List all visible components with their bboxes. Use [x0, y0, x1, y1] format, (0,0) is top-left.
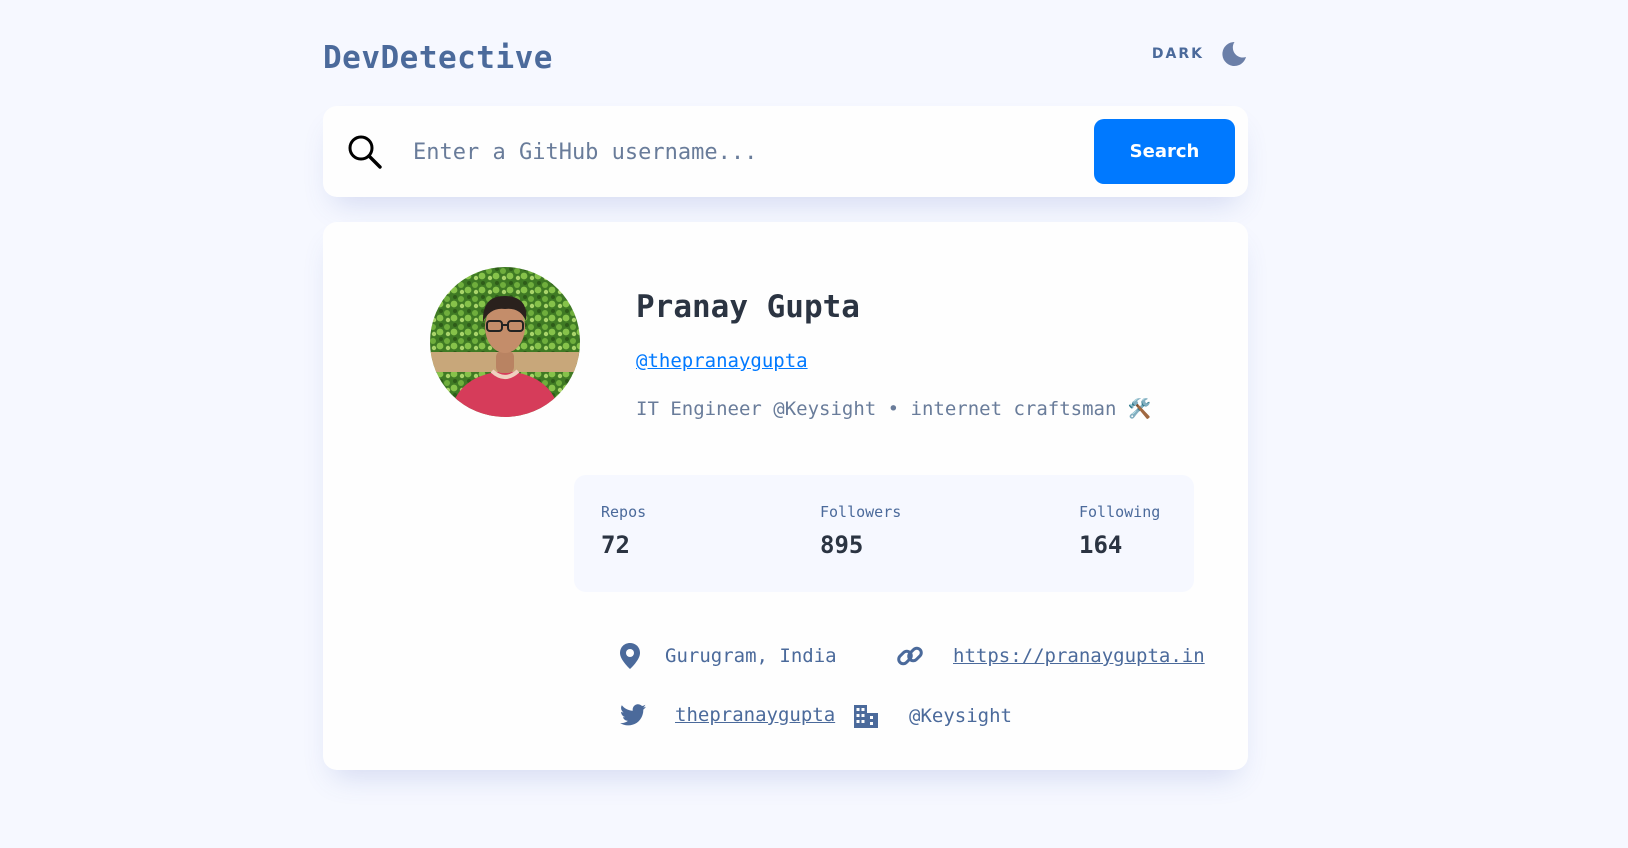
header: DevDetective DARK	[323, 0, 1248, 100]
stat-label: Following	[1079, 503, 1161, 521]
twitter-link[interactable]: thepranaygupta	[675, 704, 835, 726]
stat-repos: Repos 72	[601, 503, 646, 559]
search-icon	[348, 135, 382, 169]
search-input[interactable]	[413, 128, 1033, 176]
website-link[interactable]: https://pranaygupta.in	[953, 645, 1205, 667]
stat-label: Followers	[820, 503, 902, 521]
link-icon	[897, 646, 923, 666]
twitter-item: thepranaygupta	[620, 704, 835, 726]
profile-login-link[interactable]: @thepranaygupta	[636, 350, 808, 372]
theme-toggle-label: DARK	[1151, 46, 1204, 62]
company-item: @Keysight	[853, 704, 1012, 728]
profile-card: Pranay Gupta @thepranaygupta IT Engineer…	[323, 222, 1248, 770]
search-bar: Search	[323, 106, 1248, 197]
stat-following: Following 164	[1079, 503, 1160, 559]
twitter-icon	[620, 704, 646, 726]
stat-label: Repos	[601, 503, 647, 521]
stats-panel: Repos 72 Followers 895 Following 164	[574, 475, 1194, 592]
location-pin-icon	[620, 643, 640, 669]
company-text: @Keysight	[909, 705, 1012, 727]
location-item: Gurugram, India	[619, 642, 837, 670]
location-text: Gurugram, India	[665, 645, 837, 667]
theme-toggle[interactable]: DARK	[1152, 40, 1248, 68]
stat-followers: Followers 895	[820, 503, 901, 559]
search-button[interactable]: Search	[1094, 119, 1235, 184]
app-container: DevDetective DARK Search	[323, 0, 1248, 770]
app-logo: DevDetective	[323, 40, 553, 76]
stat-value: 72	[601, 531, 630, 559]
stat-value: 164	[1079, 531, 1123, 559]
stat-value: 895	[820, 531, 864, 559]
building-icon	[854, 705, 878, 728]
avatar	[430, 267, 580, 417]
moon-icon	[1222, 41, 1246, 66]
profile-name: Pranay Gupta	[636, 289, 860, 325]
website-item: https://pranaygupta.in	[896, 642, 1205, 670]
profile-bio: IT Engineer @Keysight • internet craftsm…	[636, 398, 1152, 420]
